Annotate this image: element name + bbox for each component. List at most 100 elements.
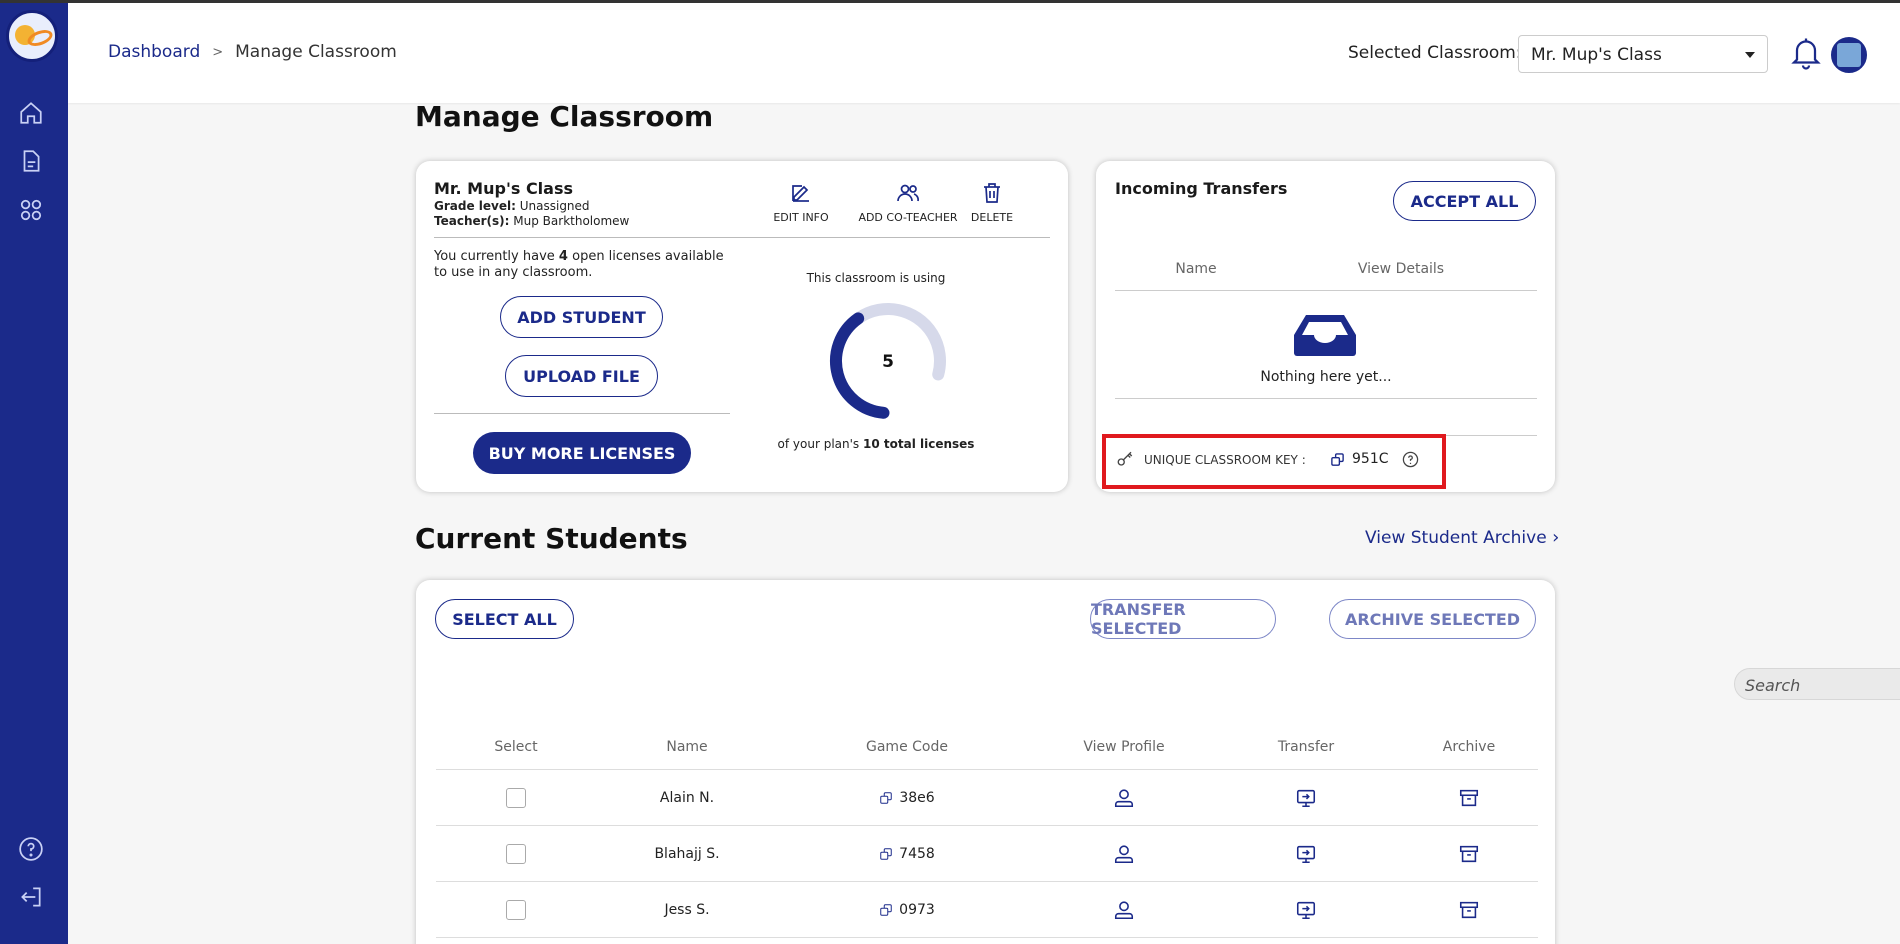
user-icon bbox=[1114, 789, 1134, 808]
archive-icon bbox=[1459, 845, 1479, 863]
view-profile-button[interactable] bbox=[1039, 882, 1209, 938]
add-coteacher-button[interactable]: ADD CO-TEACHER bbox=[853, 181, 963, 224]
chevron-right-icon: › bbox=[1552, 527, 1560, 548]
licenses-available-text: You currently have 4 open licenses avail… bbox=[434, 249, 734, 281]
student-name: Jess S. bbox=[664, 902, 710, 918]
transfer-button[interactable] bbox=[1241, 770, 1371, 826]
edit-icon bbox=[792, 185, 809, 202]
transfers-col-details: View Details bbox=[1357, 261, 1445, 277]
archive-icon bbox=[1459, 901, 1479, 919]
row-checkbox[interactable] bbox=[506, 788, 526, 808]
teachers: Teacher(s): Mup Barktholomew bbox=[434, 214, 629, 228]
student-name: Alain N. bbox=[659, 790, 715, 806]
gauge-fill bbox=[830, 312, 890, 419]
top-header: Dashboard > Manage Classroom Selected Cl… bbox=[68, 3, 1900, 103]
classroom-card: Mr. Mup's Class Grade level: Unassigned … bbox=[416, 161, 1068, 492]
grid-icon[interactable] bbox=[16, 195, 46, 225]
transfers-header-divider bbox=[1115, 290, 1537, 291]
classroom-key-highlight-box bbox=[1102, 434, 1446, 489]
students-section-title: Current Students bbox=[415, 522, 688, 555]
row-checkbox[interactable] bbox=[506, 900, 526, 920]
row-checkbox[interactable] bbox=[506, 844, 526, 864]
accept-all-button[interactable]: ACCEPT ALL bbox=[1393, 181, 1536, 221]
licenses-open-count: 4 bbox=[558, 249, 568, 264]
game-code-cell: 7458 bbox=[807, 826, 1007, 882]
sidebar bbox=[0, 0, 68, 944]
transfers-col-name: Name bbox=[1175, 261, 1217, 277]
licenses-text-pre: You currently have bbox=[434, 249, 555, 264]
copy-icon bbox=[880, 792, 893, 804]
copy-icon bbox=[880, 848, 892, 860]
buy-more-licenses-button[interactable]: BUY MORE LICENSES bbox=[473, 432, 691, 474]
transfer-button[interactable] bbox=[1241, 826, 1371, 882]
delete-button[interactable]: DELETE bbox=[957, 181, 1027, 224]
home-icon[interactable] bbox=[16, 98, 46, 128]
table-row: Blahajj S. 7458 bbox=[436, 825, 1538, 881]
select-all-button[interactable]: SELECT ALL bbox=[435, 599, 574, 639]
view-profile-button[interactable] bbox=[1039, 770, 1209, 826]
classroom-select[interactable]: Mr. Mup's Class bbox=[1518, 35, 1768, 73]
archive-button[interactable] bbox=[1404, 770, 1534, 826]
add-coteacher-label: ADD CO-TEACHER bbox=[858, 211, 958, 224]
copy-icon bbox=[880, 904, 892, 916]
view-profile-button[interactable] bbox=[1039, 826, 1209, 882]
col-game-code: Game Code bbox=[866, 739, 948, 755]
archive-button[interactable] bbox=[1404, 882, 1534, 938]
selected-classroom-label: Selected Classroom: bbox=[1348, 43, 1522, 63]
page-title: Manage Classroom bbox=[415, 100, 714, 133]
transfers-empty-divider bbox=[1115, 398, 1537, 399]
transfer-button[interactable] bbox=[1241, 882, 1371, 938]
transfer-selected-button[interactable]: TRANSFER SELECTED bbox=[1090, 599, 1276, 639]
col-name: Name bbox=[666, 739, 708, 755]
game-code: 38e6 bbox=[899, 790, 935, 806]
plan-total: 10 total licenses bbox=[863, 437, 975, 451]
delete-label: DELETE bbox=[970, 211, 1014, 224]
select-cell bbox=[456, 770, 576, 826]
add-student-button[interactable]: ADD STUDENT bbox=[500, 296, 663, 338]
game-code: 0973 bbox=[899, 902, 935, 918]
breadcrumb-dashboard-link[interactable]: Dashboard bbox=[108, 42, 200, 62]
chevron-down-icon bbox=[1745, 52, 1755, 58]
app-logo[interactable] bbox=[6, 10, 58, 62]
archive-button[interactable] bbox=[1404, 826, 1534, 882]
col-select: Select bbox=[494, 739, 538, 755]
left-divider bbox=[434, 413, 730, 414]
usage-count: 5 bbox=[882, 352, 894, 372]
archive-selected-button[interactable]: ARCHIVE SELECTED bbox=[1329, 599, 1536, 639]
usage-label: This classroom is using bbox=[806, 271, 946, 285]
grade-level-value: Unassigned bbox=[519, 199, 590, 213]
students-card: SELECT ALL TRANSFER SELECTED ARCHIVE SEL… bbox=[416, 580, 1900, 944]
bell-icon[interactable] bbox=[1788, 33, 1826, 73]
transfer-icon bbox=[1296, 789, 1316, 808]
user-icon bbox=[1114, 901, 1134, 920]
plan-licenses-text: of your plan's 10 total licenses bbox=[776, 437, 976, 451]
upload-file-button[interactable]: UPLOAD FILE bbox=[505, 355, 658, 397]
plan-text-pre: of your plan's bbox=[777, 437, 860, 451]
view-student-archive-link[interactable]: View Student Archive › bbox=[1365, 527, 1559, 548]
game-code-cell: 0973 bbox=[807, 882, 1007, 938]
edit-info-button[interactable]: EDIT INFO bbox=[746, 181, 856, 224]
teachers-value: Mup Barktholomew bbox=[513, 214, 630, 228]
license-usage-gauge: 5 bbox=[830, 303, 946, 419]
student-search-input[interactable]: Search bbox=[1734, 668, 1900, 700]
empty-state-text: Nothing here yet... bbox=[1260, 369, 1392, 385]
col-archive: Archive bbox=[1442, 739, 1496, 755]
classroom-select-value: Mr. Mup's Class bbox=[1531, 45, 1662, 65]
game-code-cell: 38e6 bbox=[807, 770, 1007, 826]
document-icon[interactable] bbox=[16, 146, 46, 176]
transfer-icon bbox=[1296, 845, 1316, 864]
game-code: 7458 bbox=[899, 846, 935, 862]
edit-info-label: EDIT INFO bbox=[773, 211, 829, 224]
archive-icon bbox=[1459, 789, 1479, 807]
student-name: Blahajj S. bbox=[654, 846, 720, 862]
grade-level: Grade level: Unassigned bbox=[434, 199, 590, 213]
breadcrumb: Dashboard > Manage Classroom bbox=[108, 42, 397, 62]
select-cell bbox=[456, 826, 576, 882]
archive-link-label: View Student Archive bbox=[1365, 528, 1547, 548]
breadcrumb-separator: > bbox=[212, 44, 224, 60]
logout-icon[interactable] bbox=[16, 882, 46, 912]
help-icon[interactable] bbox=[16, 834, 46, 864]
col-view-profile: View Profile bbox=[1083, 739, 1165, 755]
select-cell bbox=[456, 882, 576, 938]
user-avatar[interactable] bbox=[1831, 37, 1867, 73]
